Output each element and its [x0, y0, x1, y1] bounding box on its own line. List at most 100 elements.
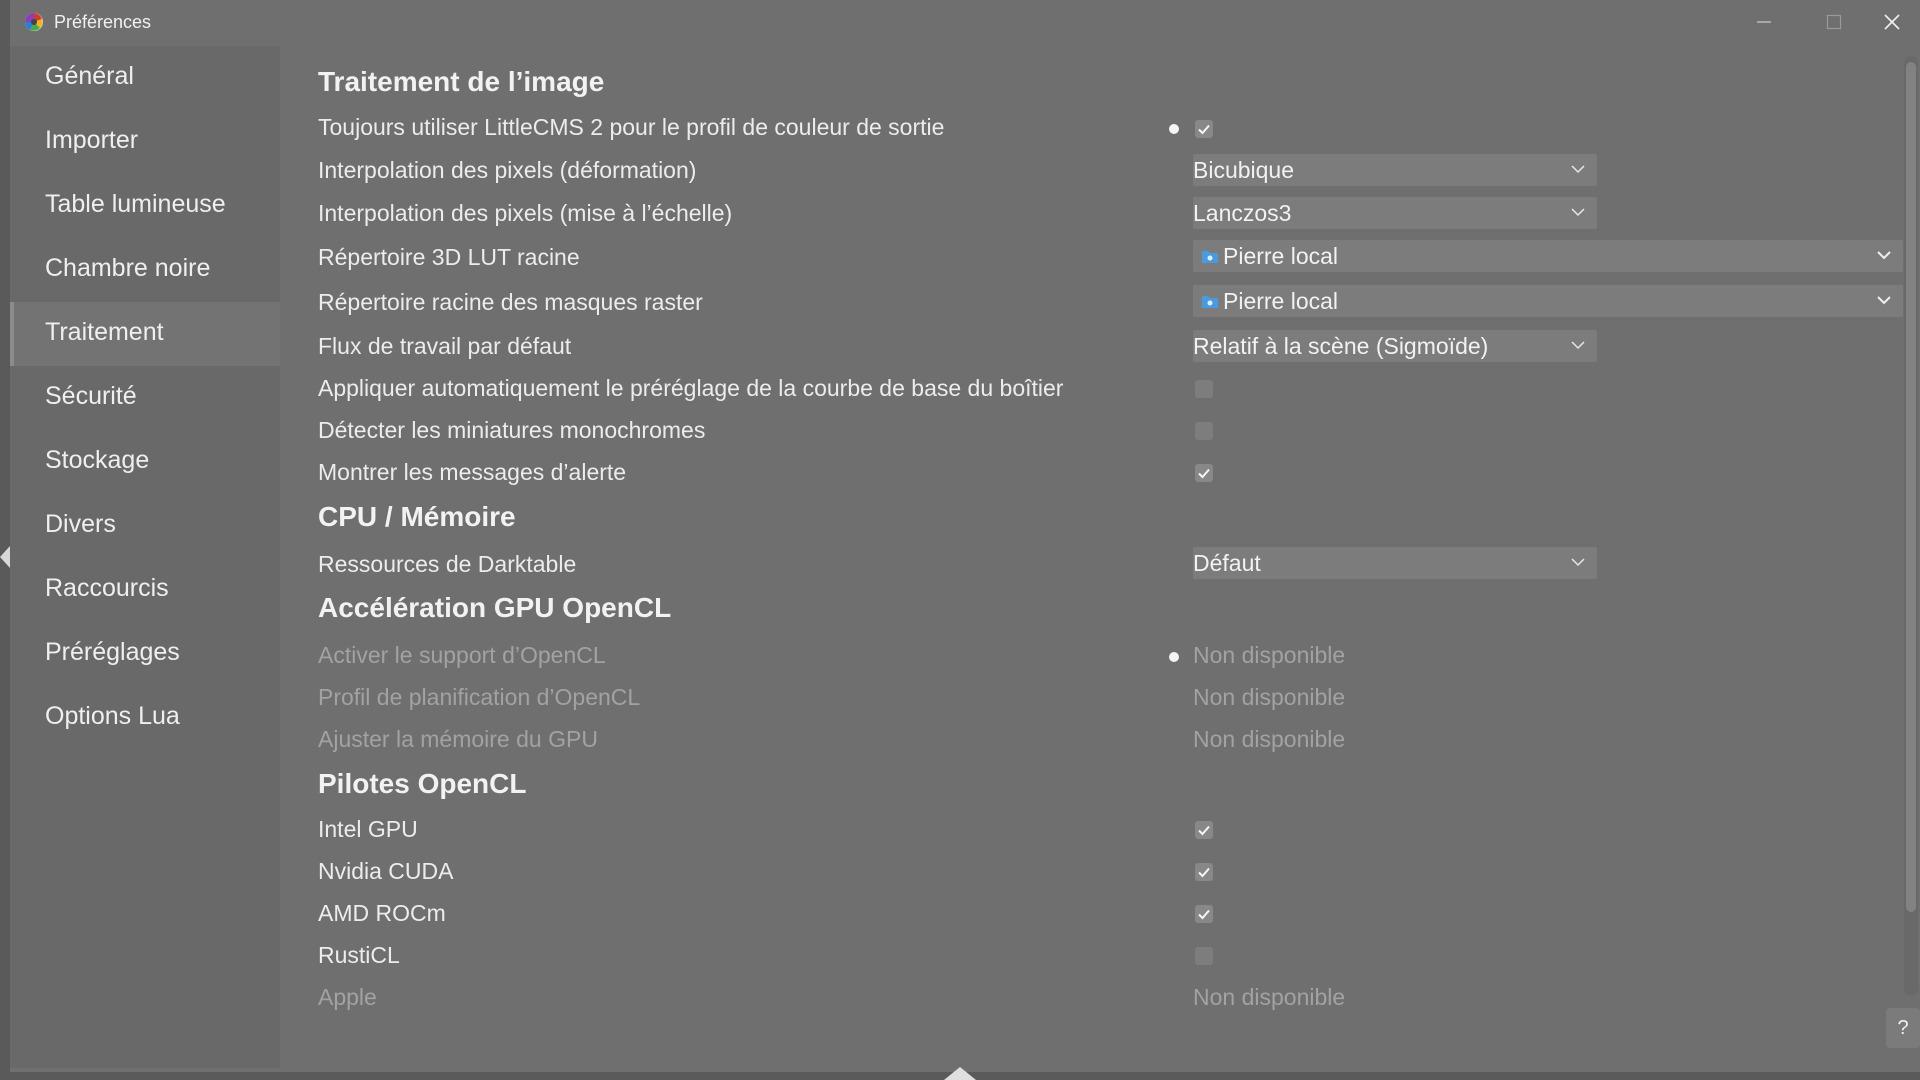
driver-nvidia-label: Nvidia CUDA — [318, 858, 454, 884]
window-title: Préférences — [54, 12, 152, 32]
help-button[interactable]: ? — [1886, 1008, 1920, 1048]
interp-warp-value: Bicubique — [1193, 157, 1295, 183]
collapse-bottom-arrow-icon[interactable] — [944, 1067, 976, 1080]
vertical-scrollbar[interactable] — [1904, 56, 1918, 996]
interp-warp-select[interactable]: Bicubique — [1193, 154, 1597, 186]
chevron-down-icon — [1877, 251, 1891, 260]
driver-amd-label: AMD ROCm — [318, 900, 446, 926]
sidebar-item-label: Importer — [45, 126, 139, 154]
minimize-button[interactable] — [1736, 0, 1792, 44]
lut-dir-select[interactable]: Pierre local — [1193, 240, 1903, 272]
close-icon — [1884, 14, 1900, 30]
folder-icon — [1202, 296, 1218, 308]
maximize-icon — [1826, 14, 1842, 30]
minimize-icon — [1757, 21, 1771, 23]
chevron-down-icon — [1571, 208, 1585, 217]
sidebar-item-lighttable[interactable]: Table lumineuse — [10, 174, 280, 238]
opencl-scheduling-label: Profil de planification d’OpenCL — [318, 684, 641, 710]
driver-intel-label: Intel GPU — [318, 816, 418, 842]
section-heading-opencl-drivers: Pilotes OpenCL — [318, 768, 527, 799]
raster-dir-label: Répertoire racine des masques raster — [318, 289, 703, 315]
darktable-app-icon — [25, 13, 43, 31]
section-heading-gpu-opencl: Accélération GPU OpenCL — [318, 592, 672, 623]
checkmark-icon — [1198, 124, 1210, 135]
mono-thumbs-checkbox[interactable] — [1195, 422, 1213, 440]
auto-curve-label: Appliquer automatiquement le préréglage … — [318, 375, 1064, 401]
workflow-value: Relatif à la scène (Sigmoïde) — [1193, 333, 1489, 359]
alerts-checkbox[interactable] — [1195, 464, 1213, 482]
chevron-down-icon — [1877, 296, 1891, 305]
mono-thumbs-label: Détecter les miniatures monochromes — [318, 417, 706, 443]
sidebar-item-label: Traitement — [45, 318, 164, 346]
checkmark-icon — [1198, 909, 1210, 920]
opencl-enable-value: Non disponible — [1193, 642, 1346, 668]
raster-dir-value: Pierre local — [1223, 288, 1339, 314]
chevron-down-icon — [1571, 558, 1585, 567]
sidebar-item-import[interactable]: Importer — [10, 110, 280, 174]
lut-dir-label: Répertoire 3D LUT racine — [318, 244, 580, 270]
alerts-label: Montrer les messages d’alerte — [318, 459, 627, 485]
littlecms-label: Toujours utiliser LittleCMS 2 pour le pr… — [318, 114, 945, 140]
collapse-left-arrow-icon[interactable] — [0, 546, 10, 568]
modified-indicator — [1169, 124, 1179, 134]
sidebar-item-label: Sécurité — [45, 382, 137, 410]
sidebar-item-label: Stockage — [45, 446, 150, 474]
sidebar: Général Importer Table lumineuse Chambre… — [10, 46, 280, 1068]
lut-dir-value: Pierre local — [1223, 243, 1339, 269]
raster-dir-select[interactable]: Pierre local — [1193, 285, 1903, 317]
driver-amd-checkbox[interactable] — [1195, 905, 1213, 923]
resources-value: Défaut — [1193, 550, 1261, 576]
sidebar-item-label: Chambre noire — [45, 254, 211, 282]
interp-scale-value: Lanczos3 — [1193, 200, 1292, 226]
interp-scale-select[interactable]: Lanczos3 — [1193, 197, 1597, 229]
sidebar-item-label: Raccourcis — [45, 574, 169, 602]
section-heading-cpu-memory: CPU / Mémoire — [318, 501, 516, 532]
sidebar-item-shortcuts[interactable]: Raccourcis — [10, 558, 280, 622]
title-bar: Préférences — [10, 0, 1920, 44]
checkmark-icon — [1198, 867, 1210, 878]
driver-apple-label: Apple — [318, 984, 377, 1010]
chevron-down-icon — [1571, 341, 1585, 350]
sidebar-item-storage[interactable]: Stockage — [10, 430, 280, 494]
section-heading-image-processing: Traitement de l’image — [318, 66, 605, 97]
sidebar-item-presets[interactable]: Préréglages — [10, 622, 280, 686]
driver-rusticl-label: RustiCL — [318, 942, 400, 968]
help-label: ? — [1897, 1016, 1909, 1039]
sidebar-item-security[interactable]: Sécurité — [10, 366, 280, 430]
driver-apple-value: Non disponible — [1193, 984, 1346, 1010]
sidebar-item-general[interactable]: Général — [10, 46, 280, 110]
driver-intel-checkbox[interactable] — [1195, 821, 1213, 839]
driver-rusticl-checkbox[interactable] — [1195, 947, 1213, 965]
checkmark-icon — [1198, 825, 1210, 836]
sidebar-item-label: Options Lua — [45, 702, 180, 730]
opencl-scheduling-value: Non disponible — [1193, 684, 1346, 710]
sidebar-item-label: Divers — [45, 510, 116, 538]
checkmark-icon — [1198, 468, 1210, 479]
folder-icon — [1202, 251, 1218, 263]
gpu-memory-value: Non disponible — [1193, 726, 1346, 752]
resources-select[interactable]: Défaut — [1193, 547, 1597, 579]
sidebar-item-lua-options[interactable]: Options Lua — [10, 686, 280, 750]
modified-indicator — [1169, 652, 1179, 662]
sidebar-item-darkroom[interactable]: Chambre noire — [10, 238, 280, 302]
sidebar-item-misc[interactable]: Divers — [10, 494, 280, 558]
preferences-content: Traitement de l’image Toujours utiliser … — [280, 46, 1920, 1070]
resources-label: Ressources de Darktable — [318, 551, 577, 577]
workflow-select[interactable]: Relatif à la scène (Sigmoïde) — [1193, 330, 1597, 362]
workflow-label: Flux de travail par défaut — [318, 333, 572, 359]
driver-nvidia-checkbox[interactable] — [1195, 863, 1213, 881]
chevron-down-icon — [1571, 165, 1585, 174]
sidebar-item-label: Général — [45, 62, 134, 90]
auto-curve-checkbox[interactable] — [1195, 380, 1213, 398]
littlecms-checkbox[interactable] — [1195, 120, 1213, 138]
sidebar-item-label: Table lumineuse — [45, 190, 226, 218]
sidebar-item-processing[interactable]: Traitement — [10, 302, 280, 366]
maximize-button[interactable] — [1806, 0, 1862, 44]
scrollbar-thumb[interactable] — [1906, 62, 1916, 912]
preferences-window: Préférences Général Importer Table lumin… — [10, 0, 1920, 1072]
close-button[interactable] — [1864, 0, 1920, 44]
interp-warp-label: Interpolation des pixels (déformation) — [318, 157, 697, 183]
opencl-enable-label: Activer le support d’OpenCL — [318, 642, 606, 668]
interp-scale-label: Interpolation des pixels (mise à l’échel… — [318, 200, 733, 226]
sidebar-item-label: Préréglages — [45, 638, 180, 666]
